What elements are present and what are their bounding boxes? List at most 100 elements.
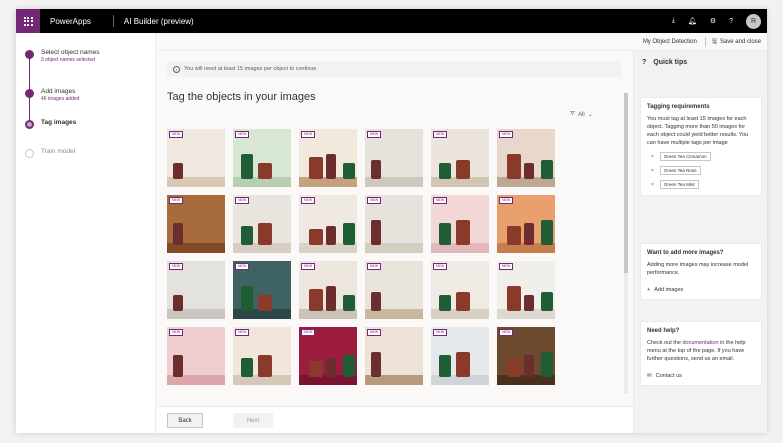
download-icon[interactable]: ⤓ — [672, 17, 675, 25]
new-badge: NEW — [235, 263, 250, 270]
product-tin — [258, 223, 272, 245]
step-title: Select object names — [41, 49, 100, 56]
product-tin — [524, 163, 534, 179]
scrollbar-thumb[interactable] — [624, 93, 628, 273]
product-tin — [439, 223, 451, 245]
image-tile[interactable]: NEW — [431, 129, 489, 187]
app-title: AI Builder (preview) — [123, 16, 194, 26]
product-tin — [343, 295, 355, 311]
image-tile[interactable]: NEW — [497, 195, 555, 253]
need-help-card: Need help? Check out the documentation i… — [640, 321, 762, 386]
topbar-actions: ⤓ 🔔︎ ⚙ ? R — [672, 13, 767, 29]
product-tin — [343, 223, 355, 245]
product-tin — [173, 223, 183, 245]
image-tile[interactable]: NEW — [299, 261, 357, 319]
model-name: My Object Detection — [642, 38, 697, 45]
step-tag-images[interactable]: Tag images — [25, 119, 76, 129]
help-text-start: Check out the — [647, 340, 681, 346]
image-tile[interactable]: NEW — [167, 261, 225, 319]
product-tin — [173, 295, 183, 311]
product-tin — [309, 229, 323, 245]
tag-label: Green Tea Cinnamon — [659, 152, 711, 161]
help-icon[interactable]: ? — [729, 18, 733, 25]
tag-label: Green Tea Rose — [659, 166, 701, 175]
image-tile[interactable]: NEW — [431, 261, 489, 319]
image-tile[interactable]: NEW — [167, 195, 225, 253]
new-badge: NEW — [499, 131, 514, 138]
new-badge: NEW — [433, 131, 448, 138]
topbar-divider — [112, 15, 114, 27]
image-tile[interactable]: NEW — [497, 129, 555, 187]
new-badge: NEW — [499, 329, 514, 336]
image-tile[interactable]: NEW — [167, 129, 225, 187]
quick-tips-title: Quick tips — [653, 59, 688, 66]
info-icon: i — [173, 65, 180, 73]
tag-bullet-icon: × — [651, 153, 654, 160]
image-tile[interactable]: NEW — [299, 129, 357, 187]
gear-icon[interactable]: ⚙ — [710, 17, 716, 25]
chevron-down-icon: ⌄ — [587, 112, 593, 118]
image-tile[interactable]: NEW — [299, 195, 357, 253]
image-tile[interactable]: NEW — [233, 327, 291, 385]
new-badge: NEW — [367, 263, 382, 270]
new-badge: NEW — [169, 263, 184, 270]
image-tile[interactable]: NEW — [299, 327, 357, 385]
product-tin — [258, 295, 272, 311]
back-button[interactable]: Back — [167, 413, 203, 428]
brand-name[interactable]: PowerApps — [50, 17, 91, 26]
save-and-close-button[interactable]: 🖫 Save and close — [712, 37, 761, 47]
avatar[interactable]: R — [746, 13, 761, 29]
product-tin — [241, 226, 253, 245]
product-tin — [371, 352, 381, 377]
step-complete-icon — [25, 89, 34, 98]
image-tile[interactable]: NEW — [497, 327, 555, 385]
image-tile[interactable]: NEW — [431, 327, 489, 385]
product-tin — [258, 163, 272, 179]
product-tin — [439, 163, 451, 179]
image-tile[interactable]: NEW — [233, 261, 291, 319]
new-badge: NEW — [367, 329, 382, 336]
new-badge: NEW — [169, 329, 184, 336]
step-subtitle: 46 images added — [41, 96, 80, 102]
card-title: Want to add more images? — [647, 250, 724, 256]
card-title: Need help? — [647, 328, 680, 334]
image-tile[interactable]: NEW — [365, 195, 423, 253]
product-tin — [371, 220, 381, 245]
image-tile[interactable]: NEW — [365, 261, 423, 319]
add-more-images-card: Want to add more images? Adding more ima… — [640, 243, 762, 300]
contact-us-button[interactable]: ✉ Contact us — [647, 373, 755, 379]
product-tin — [524, 223, 534, 245]
image-tile[interactable]: NEW — [233, 129, 291, 187]
documentation-link[interactable]: documentation — [682, 340, 718, 346]
step-title: Train model — [41, 148, 76, 155]
product-tin — [241, 358, 253, 377]
step-select-object-names[interactable]: Select object names 3 object names selec… — [25, 49, 100, 63]
card-text: You must tag at least 15 images for each… — [647, 116, 749, 146]
new-badge: NEW — [367, 131, 382, 138]
image-tile[interactable]: NEW — [167, 327, 225, 385]
filter-dropdown[interactable]: ⛛ All ⌄ — [570, 111, 593, 118]
app-launcher-button[interactable] — [16, 9, 40, 33]
new-badge: NEW — [169, 197, 184, 204]
product-tin — [309, 289, 323, 311]
image-tile[interactable]: NEW — [365, 327, 423, 385]
image-tile[interactable]: NEW — [233, 195, 291, 253]
product-tin — [343, 355, 355, 377]
product-tin — [343, 163, 355, 179]
bell-icon[interactable]: 🔔︎ — [688, 17, 697, 25]
card-text: Check out the documentation in the help … — [647, 339, 755, 363]
add-images-button[interactable]: + Add images — [647, 287, 755, 293]
image-tile[interactable]: NEW — [365, 129, 423, 187]
product-tin — [326, 358, 336, 377]
product-tin — [439, 295, 451, 311]
card-title: Tagging requirements — [647, 104, 710, 110]
image-tile[interactable]: NEW — [497, 261, 555, 319]
new-badge: NEW — [235, 329, 250, 336]
product-tin — [326, 286, 336, 311]
step-add-images[interactable]: Add images 46 images added — [25, 88, 79, 102]
gallery-scrollbar[interactable] — [624, 93, 628, 393]
next-button[interactable]: Next — [233, 413, 273, 428]
step-train-model[interactable]: Train model — [25, 148, 75, 158]
image-tile[interactable]: NEW — [431, 195, 489, 253]
new-badge: NEW — [433, 329, 448, 336]
